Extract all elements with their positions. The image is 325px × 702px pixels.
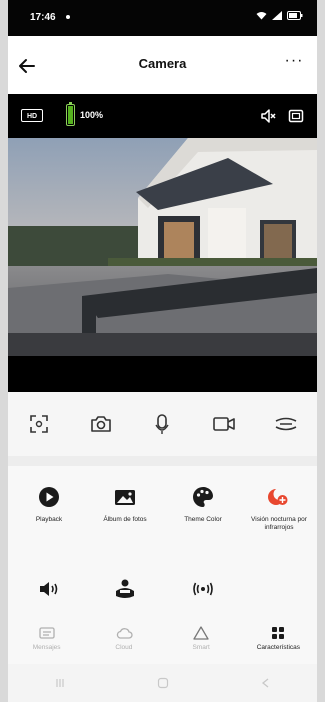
camera-info-bar: HD 100% [8,94,317,138]
messages-icon [38,627,55,639]
collapse-panel-icon[interactable] [268,406,304,442]
playback-button[interactable]: Playback [14,482,84,524]
tab-smart-label: Smart [192,644,210,651]
motion-detection-icon [116,579,134,598]
scan-icon[interactable] [21,406,57,442]
photo-album-label: Álbum de fotos [103,516,147,523]
photo-album-button[interactable]: Álbum de fotos [90,482,160,524]
app-header: Camera ··· [8,36,317,94]
tab-cloud-label: Cloud [115,644,133,651]
screenshot-camera-icon[interactable] [83,406,119,442]
feature-grid: Playback Álbum de fotos Theme Color Visi… [8,466,317,616]
battery-percent-label: 100% [80,110,104,120]
system-nav-bar [8,664,317,702]
wireless-signal-icon [193,582,213,596]
page-title: Camera [138,56,187,71]
palette-icon [193,487,213,507]
system-icons [256,11,303,20]
battery-status-icon [287,11,303,20]
signal-icon [272,11,282,20]
recent-apps-icon[interactable] [54,677,66,689]
live-video-feed[interactable] [8,138,317,356]
tab-features[interactable]: Características [240,616,317,664]
record-video-icon[interactable] [206,406,242,442]
status-time: 17:46 [30,12,56,23]
tab-messages[interactable]: Mensajes [8,616,85,664]
smart-icon [193,626,209,640]
back-nav-icon[interactable] [260,677,272,689]
tab-smart[interactable]: Smart [163,616,240,664]
camera-image [8,138,317,356]
quality-toggle-button[interactable]: HD [21,109,43,122]
wireless-signal-button[interactable] [168,574,238,608]
night-vision-icon [268,488,288,505]
tab-messages-label: Mensajes [32,644,61,651]
volume-icon [40,582,58,596]
night-vision-button[interactable]: Visión nocturna por infrarrojos [244,482,314,532]
theme-color-label: Theme Color [184,516,222,523]
motion-detection-button[interactable] [90,574,160,608]
phone-screen: 17:46 Camera ··· HD 100% Playback Álbum … [8,0,317,702]
night-vision-label: Visión nocturna por infrarrojos [251,516,307,531]
video-bottom-bar [8,356,317,392]
speaker-mute-icon[interactable] [259,107,277,125]
wifi-icon [256,12,267,20]
volume-button[interactable] [14,574,84,608]
bottom-tab-bar: Mensajes Cloud Smart Características [8,616,317,664]
more-options-icon[interactable]: ··· [281,53,307,76]
theme-color-button[interactable]: Theme Color [168,482,238,524]
fullscreen-icon[interactable] [287,107,305,125]
notification-dot [66,15,70,19]
status-bar: 17:46 [8,0,317,36]
cloud-icon [116,628,133,639]
section-divider [8,456,317,466]
battery-icon [66,102,75,126]
tab-features-label: Características [256,644,301,651]
features-grid-icon [272,627,285,639]
tab-cloud[interactable]: Cloud [85,616,162,664]
home-icon[interactable] [157,677,169,689]
photo-album-icon [115,490,135,505]
playback-icon [39,487,59,507]
microphone-icon[interactable] [144,406,180,442]
playback-label: Playback [35,516,63,523]
camera-tools-row [8,392,317,456]
